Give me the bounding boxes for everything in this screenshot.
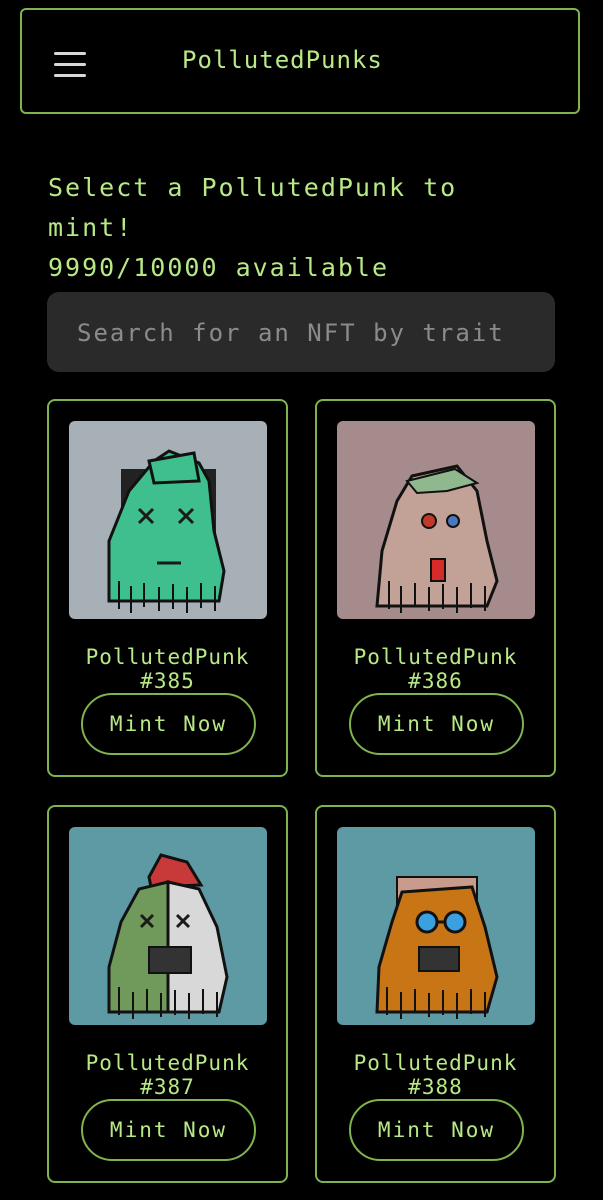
intro-heading-line1: Select a PollutedPunk to <box>48 173 458 202</box>
nft-name-label: PollutedPunk <box>85 1051 250 1075</box>
mint-now-button[interactable]: Mint Now <box>349 693 524 755</box>
nft-number: #386 <box>408 669 463 693</box>
search-box <box>47 292 555 372</box>
mint-now-button[interactable]: Mint Now <box>81 1099 256 1161</box>
mint-intro: Select a PollutedPunk to mint! 9990/1000… <box>48 168 568 288</box>
nft-card: PollutedPunk #387 Mint Now <box>47 805 288 1183</box>
search-input[interactable] <box>75 292 519 372</box>
nft-name: PollutedPunk #385 <box>49 645 286 693</box>
nft-number: #387 <box>140 1075 195 1099</box>
nft-image[interactable] <box>69 827 267 1025</box>
nft-card: PollutedPunk #385 Mint Now <box>47 399 288 777</box>
nft-name: PollutedPunk #388 <box>317 1051 554 1099</box>
nft-number: #385 <box>140 669 195 693</box>
nft-card: PollutedPunk #388 Mint Now <box>315 805 556 1183</box>
top-navbar: PollutedPunks <box>20 8 580 114</box>
intro-heading-line2: mint! <box>48 213 134 242</box>
nft-name-label: PollutedPunk <box>85 645 250 669</box>
nft-number: #388 <box>408 1075 463 1099</box>
nft-name: PollutedPunk #386 <box>317 645 554 693</box>
nft-name: PollutedPunk #387 <box>49 1051 286 1099</box>
nft-name-label: PollutedPunk <box>353 645 518 669</box>
nft-image[interactable] <box>69 421 267 619</box>
nft-name-label: PollutedPunk <box>353 1051 518 1075</box>
nft-image[interactable] <box>337 827 535 1025</box>
nft-image[interactable] <box>337 421 535 619</box>
availability-count: 9990/10000 available <box>48 253 390 282</box>
nft-card: PollutedPunk #386 Mint Now <box>315 399 556 777</box>
mint-now-button[interactable]: Mint Now <box>81 693 256 755</box>
site-title[interactable]: PollutedPunks <box>182 46 383 74</box>
mint-now-button[interactable]: Mint Now <box>349 1099 524 1161</box>
hamburger-menu-icon[interactable] <box>54 52 86 78</box>
